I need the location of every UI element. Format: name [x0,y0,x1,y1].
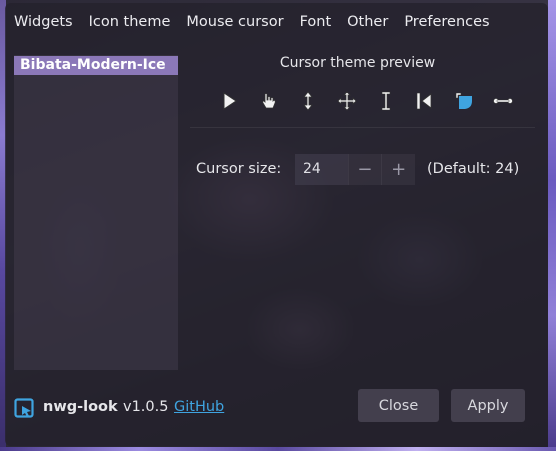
menu-icon-theme[interactable]: Icon theme [89,14,171,30]
arrow-pointer-icon [210,88,249,114]
corner-resize-icon [444,88,483,114]
move-icon [327,88,366,114]
cursor-size-label: Cursor size: [196,161,282,177]
menu-font[interactable]: Font [300,14,332,30]
divider [190,127,535,128]
increment-button[interactable]: + [381,154,415,185]
preview-title: Cursor theme preview [279,55,436,71]
theme-item-selected[interactable]: Bibata-Modern-Ice [14,56,178,75]
github-link[interactable]: GitHub [174,399,224,415]
app-logo-icon [14,398,34,422]
apply-button[interactable]: Apply [451,389,525,422]
vertical-resize-icon [288,88,327,114]
menu-mouse-cursor[interactable]: Mouse cursor [186,14,283,30]
horizontal-resize-icon [483,88,522,114]
text-cursor-icon [366,88,405,114]
hand-pointer-icon [249,88,288,114]
default-size-label: (Default: 24) [427,161,520,177]
app-version: v1.0.5 [123,399,169,415]
close-button[interactable]: Close [358,389,439,422]
desktop-edge-bottom [0,447,556,451]
menu-preferences[interactable]: Preferences [404,14,489,30]
left-edge-icon [405,88,444,114]
menu-other[interactable]: Other [347,14,388,30]
desktop-edge-right [548,0,556,451]
menu-widgets[interactable]: Widgets [14,14,73,30]
app-name: nwg-look [43,399,118,415]
menu-bar: Widgets Icon theme Mouse cursor Font Oth… [14,14,506,30]
cursor-preview-row [210,88,522,114]
decrement-button[interactable]: − [347,154,382,185]
cursor-size-spinner: 24 − + [295,154,415,185]
cursor-size-input[interactable]: 24 [295,154,348,185]
cursor-theme-list[interactable] [14,55,178,370]
